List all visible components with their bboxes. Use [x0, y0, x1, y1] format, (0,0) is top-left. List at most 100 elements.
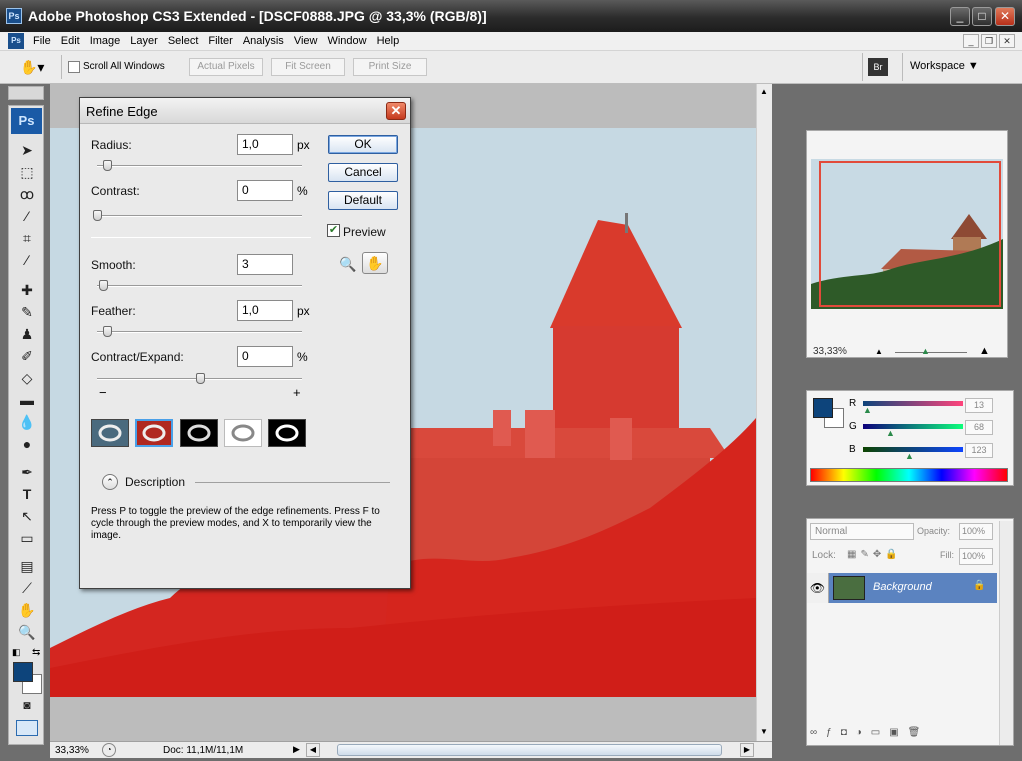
eraser-tool-icon[interactable]: ◇ [17, 369, 37, 387]
healing-brush-icon[interactable]: ✚ [17, 281, 37, 299]
document-icon[interactable]: Ps [8, 33, 24, 49]
slice-tool-icon[interactable]: ∕ [17, 251, 37, 269]
doc-restore-icon[interactable]: ❐ [981, 34, 997, 48]
history-brush-icon[interactable]: ✐ [17, 347, 37, 365]
ok-button[interactable]: OK [328, 135, 398, 154]
menu-image[interactable]: Image [85, 32, 126, 51]
contrast-slider-track[interactable] [97, 215, 302, 217]
path-selection-icon[interactable]: ↖ [17, 507, 37, 525]
smooth-slider-track[interactable] [97, 285, 302, 287]
brush-tool-icon[interactable]: ✎ [17, 303, 37, 321]
foreground-color-swatch[interactable] [13, 662, 33, 682]
contrast-slider-thumb[interactable] [93, 210, 102, 221]
blur-tool-icon[interactable]: 💧 [17, 413, 37, 431]
doc-close-icon[interactable]: ✕ [999, 34, 1015, 48]
preview-mode-black[interactable] [180, 419, 218, 447]
actual-pixels-button[interactable]: Actual Pixels [189, 58, 263, 76]
color-spectrum-ramp[interactable] [810, 468, 1008, 482]
zoom-tool-icon[interactable]: 🔍 [17, 623, 37, 641]
eyedropper-tool-icon[interactable]: ⟋ [17, 579, 37, 597]
dialog-title-bar[interactable]: Refine Edge ✕ [80, 98, 410, 124]
quick-mask-icon[interactable]: ◙ [17, 696, 37, 714]
gradient-tool-icon[interactable]: ▬ [17, 391, 37, 409]
preview-mode-quick-mask[interactable] [135, 419, 173, 447]
horizontal-scroll-thumb[interactable] [337, 744, 722, 756]
preview-checkbox[interactable]: ✔ [327, 224, 340, 237]
menu-select[interactable]: Select [163, 32, 204, 51]
smooth-slider-thumb[interactable] [99, 280, 109, 291]
menu-view[interactable]: View [289, 32, 323, 51]
clone-stamp-icon[interactable]: ♟ [17, 325, 37, 343]
preview-mode-standard[interactable] [91, 419, 129, 447]
g-value-field[interactable]: 68 [965, 420, 993, 435]
hand-tool-icon[interactable]: ✋ [362, 252, 388, 274]
zoom-tool-icon[interactable]: 🔍 [339, 256, 356, 273]
feather-input[interactable]: 1,0 [237, 300, 293, 321]
b-value-field[interactable]: 123 [965, 443, 993, 458]
status-expand-icon[interactable]: ▶ [293, 744, 300, 755]
scroll-all-windows-checkbox[interactable] [68, 61, 80, 73]
lock-icons[interactable]: ▦✎✥🔒 [847, 549, 902, 560]
fill-field[interactable]: 100% [959, 548, 993, 565]
scroll-left-icon[interactable]: ◀ [306, 743, 320, 757]
swap-colors-icon[interactable]: ⇆ [32, 647, 40, 658]
screen-mode-icon[interactable] [16, 720, 38, 736]
preview-mode-white[interactable] [224, 419, 262, 447]
close-button[interactable]: ✕ [995, 7, 1015, 26]
maximize-button[interactable]: □ [972, 7, 992, 26]
view-box-indicator[interactable] [819, 161, 1001, 307]
scroll-down-icon[interactable]: ▼ [760, 727, 768, 736]
fit-screen-button[interactable]: Fit Screen [271, 58, 345, 76]
feather-slider-thumb[interactable] [103, 326, 113, 337]
minimize-button[interactable]: _ [950, 7, 970, 26]
pen-tool-icon[interactable]: ✒ [17, 463, 37, 481]
layers-bottom-icons[interactable]: ∞ƒ◘◑▭▣🗑 [810, 727, 996, 745]
zoom-slider-track[interactable] [895, 352, 967, 353]
scroll-up-icon[interactable]: ▲ [760, 87, 768, 96]
menu-layer[interactable]: Layer [125, 32, 163, 51]
magic-wand-icon[interactable]: ⁄ [17, 207, 37, 225]
layer-row-background[interactable]: 👁 Background 🔒 [807, 573, 997, 603]
shape-tool-icon[interactable]: ▭ [17, 529, 37, 547]
vertical-scrollbar[interactable]: ▲ ▼ [756, 84, 772, 741]
zoom-slider-thumb[interactable]: ▲ [921, 346, 930, 356]
hand-tool-preset-icon[interactable]: ✋▾ [20, 59, 44, 76]
contract-expand-slider-thumb[interactable] [195, 373, 205, 384]
marquee-tool-icon[interactable]: ⬚ [17, 163, 37, 181]
zoom-level[interactable]: 33,33% [55, 745, 89, 756]
dodge-tool-icon[interactable]: ● [17, 435, 37, 453]
default-colors-icon[interactable]: ◧ [12, 647, 21, 658]
menu-file[interactable]: File [28, 32, 56, 51]
move-tool-icon[interactable]: ➤ [17, 141, 37, 159]
opacity-field[interactable]: 100% [959, 523, 993, 540]
notes-tool-icon[interactable]: ▤ [17, 557, 37, 575]
scroll-right-icon[interactable]: ▶ [740, 743, 754, 757]
menu-edit[interactable]: Edit [56, 32, 85, 51]
menu-window[interactable]: Window [322, 32, 371, 51]
r-slider-thumb[interactable]: ▲ [863, 405, 872, 415]
blend-mode-select[interactable]: Normal [810, 523, 914, 540]
type-tool-icon[interactable]: T [17, 485, 37, 503]
status-menu-icon[interactable]: ◔ [102, 743, 116, 757]
layer-name[interactable]: Background [873, 581, 932, 593]
color-fg-swatch[interactable] [813, 398, 833, 418]
contrast-input[interactable]: 0 [237, 180, 293, 201]
b-slider-thumb[interactable]: ▲ [905, 451, 914, 461]
cancel-button[interactable]: Cancel [328, 163, 398, 182]
feather-slider-track[interactable] [97, 331, 302, 333]
radius-slider-track[interactable] [97, 165, 302, 167]
lasso-tool-icon[interactable]: ꝏ [17, 185, 37, 203]
print-size-button[interactable]: Print Size [353, 58, 427, 76]
g-slider[interactable] [863, 424, 963, 429]
zoom-out-icon[interactable]: ▲ [875, 347, 883, 356]
doc-minimize-icon[interactable]: _ [963, 34, 979, 48]
r-value-field[interactable]: 13 [965, 398, 993, 413]
radius-slider-thumb[interactable] [103, 160, 113, 171]
workspace-button[interactable]: Workspace ▼ [910, 60, 979, 72]
visibility-eye-icon[interactable]: 👁 [807, 573, 829, 603]
description-toggle-icon[interactable]: ⌃ [102, 474, 118, 490]
navigator-thumbnail[interactable] [811, 159, 1003, 309]
menu-filter[interactable]: Filter [203, 32, 237, 51]
smooth-input[interactable]: 3 [237, 254, 293, 275]
layers-scrollbar[interactable] [999, 521, 1013, 745]
